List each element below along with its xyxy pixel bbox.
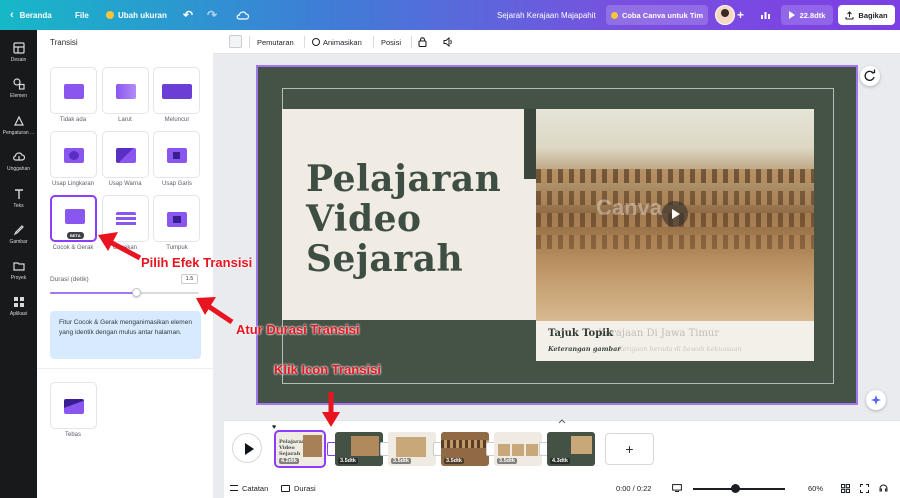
arrow-pick-effect <box>98 232 142 261</box>
arrow-set-duration <box>196 297 234 325</box>
annotation-set-duration: Atur Durasi Transisi <box>236 322 360 337</box>
arrow-click-icon <box>322 392 340 427</box>
annotation-click-icon: Klik Icon Transisi <box>274 362 381 377</box>
annotation-pick-effect: Pilih Efek Transisi <box>141 255 253 270</box>
annotation-arrows <box>98 232 340 427</box>
